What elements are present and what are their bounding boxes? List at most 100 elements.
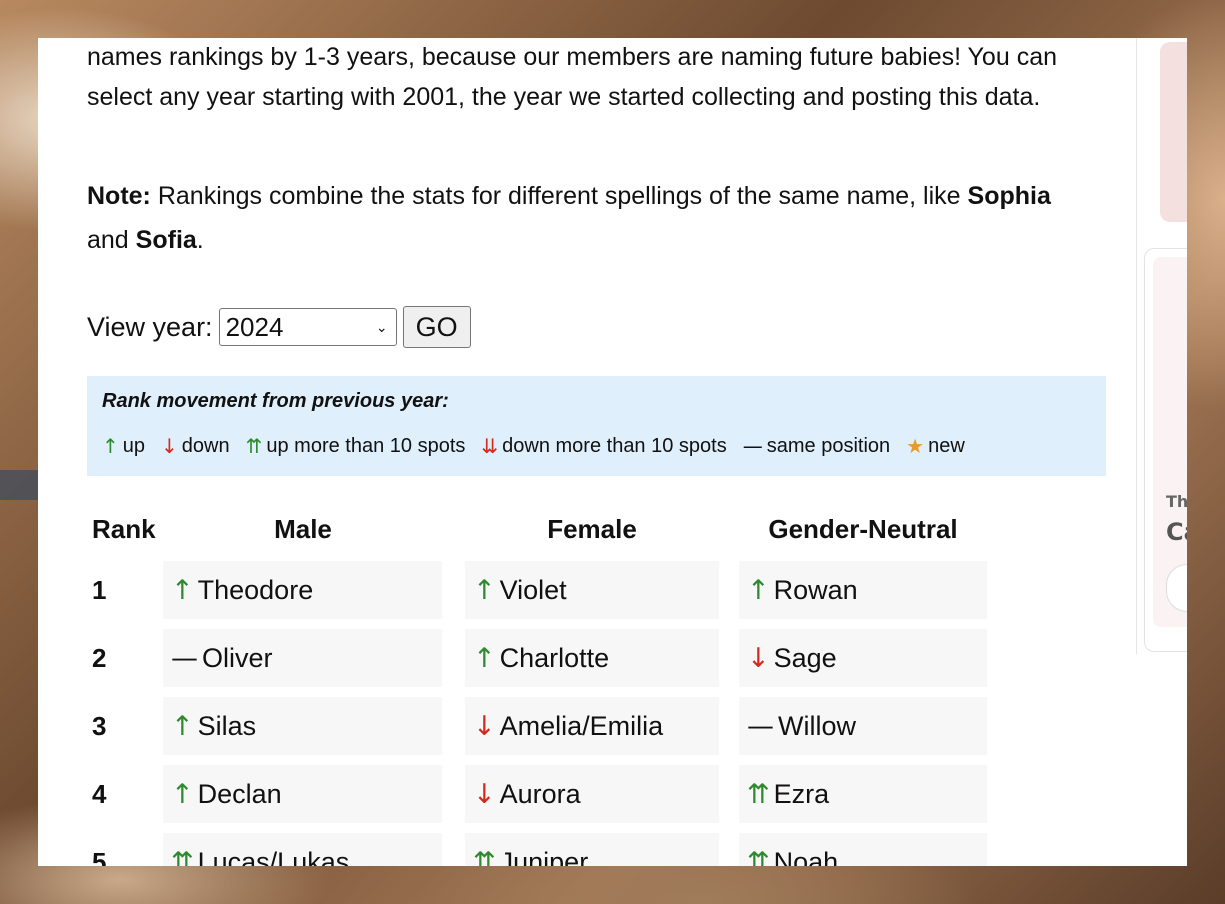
legend-new-icon: ★ bbox=[906, 434, 925, 458]
legend-title: Rank movement from previous year: bbox=[102, 390, 449, 412]
neutral-name-link[interactable]: Sage bbox=[774, 643, 837, 674]
sidebar-card-title: Ca bbox=[1166, 518, 1187, 546]
rank-up-icon: ↑ bbox=[473, 574, 496, 606]
male-name-link[interactable]: Oliver bbox=[202, 643, 273, 674]
legend-up-icon: ↑ bbox=[102, 434, 119, 458]
legend-down-icon: ↓ bbox=[161, 434, 178, 458]
header-gender-neutral: Gender-Neutral bbox=[768, 514, 958, 544]
rank-same-icon: — bbox=[171, 642, 198, 674]
rank-number: 4 bbox=[92, 779, 107, 809]
neutral-name-link[interactable]: Ezra bbox=[774, 779, 830, 810]
female-name-link[interactable]: Aurora bbox=[500, 779, 581, 810]
male-name-link[interactable]: Silas bbox=[198, 711, 257, 742]
table-row: 4 ↑ Declan ↓ Aurora ⇈ Ezra bbox=[87, 765, 1087, 823]
header-rank: Rank bbox=[92, 514, 156, 544]
year-selector-row: View year: 2024 ⌄ GO bbox=[87, 305, 471, 349]
sidebar-card-kicker: Th bbox=[1166, 492, 1187, 511]
male-name-link[interactable]: Lucas/Lukas bbox=[198, 847, 350, 867]
rank-up-icon: ⇈ bbox=[747, 846, 770, 867]
go-button[interactable]: GO bbox=[402, 306, 471, 348]
year-select-value: 2024 bbox=[225, 311, 284, 342]
note-and: and bbox=[87, 226, 136, 254]
sidebar-divider bbox=[1136, 38, 1137, 654]
chevron-down-icon: ⌄ bbox=[375, 318, 388, 335]
male-name-cell[interactable]: ↑ Silas bbox=[163, 697, 442, 755]
male-name-link[interactable]: Declan bbox=[198, 779, 282, 810]
rank-number: 1 bbox=[92, 575, 107, 605]
legend-item: ★ new bbox=[906, 434, 965, 458]
legend-item: ↑ up bbox=[102, 434, 145, 458]
year-select[interactable]: 2024 ⌄ bbox=[218, 308, 397, 346]
legend-items: ↑ up ↓ down ⇈ up more than 10 spots ⇊ down more… bbox=[102, 434, 1091, 458]
rankings-table-header: Rank Male Female Gender-Neutral bbox=[87, 514, 1087, 554]
male-name-cell[interactable]: ↑ Declan bbox=[163, 765, 442, 823]
legend-item: ⇈ up more than 10 spots bbox=[246, 434, 466, 458]
table-row: 3 ↑ Silas ↓ Amelia/Emilia — Willow bbox=[87, 697, 1087, 755]
rank-up-icon: ⇈ bbox=[473, 846, 496, 867]
female-name-link[interactable]: Amelia/Emilia bbox=[500, 711, 664, 742]
legend-item: ⇊ down more than 10 spots bbox=[481, 434, 726, 458]
neutral-name-link[interactable]: Rowan bbox=[774, 575, 858, 606]
female-name-link[interactable]: Charlotte bbox=[500, 643, 610, 674]
rank-down-icon: ↓ bbox=[747, 642, 770, 674]
rank-movement-legend: Rank movement from previous year: ↑ up ↓ do… bbox=[87, 376, 1106, 476]
rank-up-icon: ↑ bbox=[171, 778, 194, 810]
neutral-name-cell[interactable]: ⇈ Ezra bbox=[739, 765, 987, 823]
note-label: Note: bbox=[87, 182, 151, 210]
rank-up-icon: ⇈ bbox=[747, 778, 770, 810]
female-name-cell[interactable]: ↑ Charlotte bbox=[465, 629, 719, 687]
female-name-link[interactable]: Juniper bbox=[500, 847, 589, 867]
neutral-name-link[interactable]: Willow bbox=[778, 711, 856, 742]
neutral-name-link[interactable]: Noah bbox=[774, 847, 839, 867]
view-year-label: View year: bbox=[87, 311, 213, 342]
legend-label: same position bbox=[766, 434, 891, 457]
legend-label: new bbox=[928, 434, 965, 457]
table-row: 2 — Oliver ↑ Charlotte ↓ Sage bbox=[87, 629, 1087, 687]
male-name-cell[interactable]: ↑ Theodore bbox=[163, 561, 442, 619]
table-row: 1 ↑ Theodore ↑ Violet ↑ Rowan bbox=[87, 561, 1087, 619]
neutral-name-cell[interactable]: ⇈ Noah bbox=[739, 833, 987, 866]
male-name-cell[interactable]: — Oliver bbox=[163, 629, 442, 687]
table-row: 5 ⇈ Lucas/Lukas ⇈ Juniper ⇈ Noah bbox=[87, 833, 1087, 866]
neutral-name-cell[interactable]: ↓ Sage bbox=[739, 629, 987, 687]
female-name-cell[interactable]: ↓ Amelia/Emilia bbox=[465, 697, 719, 755]
female-name-link[interactable]: Violet bbox=[500, 575, 567, 606]
legend-down-icon: ⇊ bbox=[481, 434, 499, 458]
header-male: Male bbox=[274, 514, 332, 544]
note-name-sophia: Sophia bbox=[967, 182, 1051, 210]
legend-label: down bbox=[181, 434, 230, 457]
rank-number: 5 bbox=[92, 847, 107, 866]
rank-down-icon: ↓ bbox=[473, 778, 496, 810]
male-name-cell[interactable]: ⇈ Lucas/Lukas bbox=[163, 833, 442, 866]
male-name-link[interactable]: Theodore bbox=[198, 575, 314, 606]
legend-item: — same position bbox=[743, 434, 890, 458]
note-text: Rankings combine the stats for different… bbox=[150, 182, 968, 210]
legend-label: up bbox=[122, 434, 146, 457]
rank-number: 2 bbox=[92, 643, 107, 673]
note-paragraph: Note: Rankings combine the stats for dif… bbox=[87, 174, 1097, 262]
note-name-sofia: Sofia bbox=[135, 226, 197, 254]
rank-same-icon: — bbox=[747, 710, 774, 742]
rank-up-icon: ⇈ bbox=[171, 846, 194, 867]
female-name-cell[interactable]: ⇈ Juniper bbox=[465, 833, 719, 866]
rank-up-icon: ↑ bbox=[171, 710, 194, 742]
legend-same-icon: — bbox=[742, 434, 763, 458]
header-female: Female bbox=[547, 514, 637, 544]
legend-up-icon: ⇈ bbox=[245, 434, 263, 458]
legend-item: ↓ down bbox=[161, 434, 230, 458]
neutral-name-cell[interactable]: — Willow bbox=[739, 697, 987, 755]
female-name-cell[interactable]: ↓ Aurora bbox=[465, 765, 719, 823]
rank-up-icon: ↑ bbox=[747, 574, 770, 606]
legend-label: up more than 10 spots bbox=[266, 434, 466, 457]
rank-down-icon: ↓ bbox=[473, 710, 496, 742]
page-viewport: names rankings by 1-3 years, because our… bbox=[38, 38, 1187, 866]
sidebar-ad[interactable] bbox=[1160, 42, 1187, 222]
female-name-cell[interactable]: ↑ Violet bbox=[465, 561, 719, 619]
legend-label: down more than 10 spots bbox=[502, 434, 727, 457]
neutral-name-cell[interactable]: ↑ Rowan bbox=[739, 561, 987, 619]
intro-paragraph: names rankings by 1-3 years, because our… bbox=[87, 43, 1057, 111]
note-end: . bbox=[196, 226, 204, 254]
rank-number: 3 bbox=[92, 711, 107, 741]
sidebar: Th Ca bbox=[1136, 38, 1187, 866]
rank-up-icon: ↑ bbox=[473, 642, 496, 674]
